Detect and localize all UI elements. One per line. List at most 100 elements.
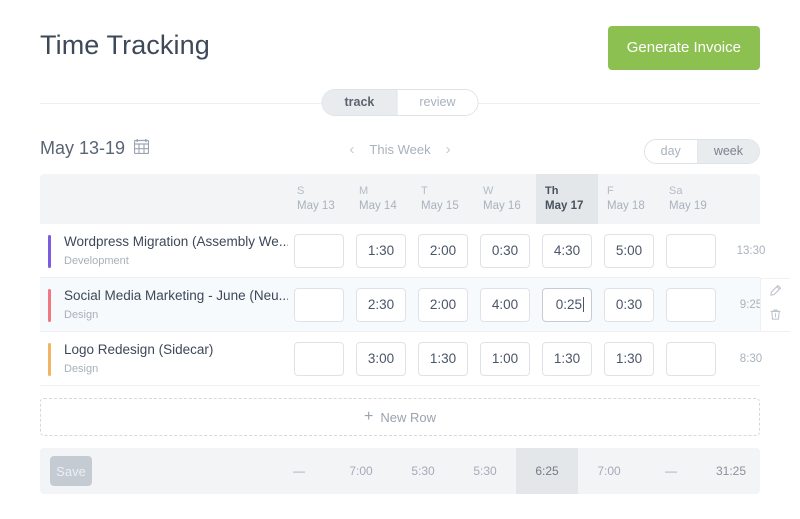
tabs-divider: track review — [40, 88, 760, 122]
column-header-sat: Sa May 19 — [660, 174, 722, 224]
time-cell-sun — [288, 278, 350, 331]
time-input[interactable] — [604, 341, 654, 376]
time-input[interactable] — [480, 233, 530, 268]
footer-total-fri: 7:00 — [597, 464, 621, 478]
time-cell-thu — [536, 224, 598, 277]
time-input[interactable] — [418, 233, 468, 268]
time-input[interactable] — [604, 233, 654, 268]
date-range-label: May 13-19 — [40, 138, 126, 158]
time-cell-sat — [660, 224, 722, 277]
time-input[interactable] — [294, 233, 344, 268]
timesheet: S May 13 M May 14 T May 15 W May 16 Th M… — [40, 174, 790, 494]
time-input[interactable] — [356, 341, 406, 376]
time-input[interactable] — [418, 287, 468, 322]
new-row-button[interactable]: + New Row — [40, 398, 760, 436]
time-input[interactable] — [666, 233, 716, 268]
column-header-mon: M May 14 — [350, 174, 412, 224]
toggle-day[interactable]: day — [644, 140, 697, 163]
time-input[interactable] — [294, 341, 344, 376]
time-input[interactable] — [666, 287, 716, 322]
column-dow: T — [421, 185, 428, 197]
time-input[interactable] — [356, 287, 406, 322]
footer-total-tue: 5:30 — [411, 464, 435, 478]
text-caret — [583, 297, 584, 312]
previous-week-icon[interactable]: ‹ — [349, 142, 354, 157]
time-cell-tue — [412, 224, 474, 277]
task-category: Development — [64, 255, 129, 267]
column-header-thu: Th May 17 — [536, 174, 598, 224]
calendar-icon[interactable] — [133, 138, 150, 159]
time-cell-tue — [412, 278, 474, 331]
column-date: May 15 — [421, 200, 459, 212]
column-header-tue: T May 15 — [412, 174, 474, 224]
column-dow: M — [359, 185, 369, 197]
pencil-icon[interactable] — [769, 284, 782, 302]
task-info[interactable]: Wordpress Migration (Assembly We... Deve… — [40, 224, 288, 278]
time-input[interactable] — [542, 341, 592, 376]
column-header-wed: W May 16 — [474, 174, 536, 224]
time-cell-sun — [288, 332, 350, 385]
column-date: May 16 — [483, 200, 521, 212]
time-cell-mon — [350, 278, 412, 331]
time-cell-sat — [660, 278, 722, 331]
time-cell-thu: 0:25 — [536, 278, 598, 331]
time-input[interactable] — [480, 341, 530, 376]
project-color-swatch — [48, 342, 51, 376]
time-input-focused[interactable]: 0:25 — [542, 287, 592, 322]
page-header: Time Tracking Generate Invoice — [40, 0, 760, 86]
column-dow: Sa — [669, 185, 683, 197]
time-cell-mon — [350, 332, 412, 385]
date-navigation-bar: May 13-19 ‹ This Week › day week — [40, 130, 760, 174]
footer-total-mon: 7:00 — [349, 464, 373, 478]
project-color-swatch — [48, 234, 51, 268]
trash-icon[interactable] — [769, 308, 782, 326]
save-button[interactable]: Save — [50, 456, 92, 486]
header-total-column — [722, 174, 760, 224]
time-tracking-app: Time Tracking Generate Invoice track rev… — [0, 0, 800, 519]
task-info[interactable]: Logo Redesign (Sidecar) Design — [40, 332, 288, 386]
task-info[interactable]: Social Media Marketing - June (Neu...) D… — [40, 278, 288, 332]
time-input[interactable] — [542, 233, 592, 268]
time-input[interactable] — [418, 341, 468, 376]
table-row: Logo Redesign (Sidecar) Design 8:30 — [40, 332, 762, 386]
column-dow: S — [297, 185, 305, 197]
time-input[interactable] — [604, 287, 654, 322]
day-week-toggle: day week — [643, 139, 760, 164]
time-input[interactable] — [666, 341, 716, 376]
column-date: May 13 — [297, 200, 335, 212]
time-input[interactable] — [356, 233, 406, 268]
row-actions — [760, 278, 790, 332]
table-row: Social Media Marketing - June (Neu...) D… — [40, 278, 763, 332]
footer-total-thu: 6:25 — [516, 448, 578, 494]
time-input[interactable] — [294, 287, 344, 322]
column-header-sun: S May 13 — [288, 174, 350, 224]
time-cell-tue — [412, 332, 474, 385]
time-input[interactable] — [480, 287, 530, 322]
grand-total: 31:25 — [715, 464, 747, 478]
tab-review[interactable]: review — [396, 90, 478, 115]
time-cell-fri — [598, 332, 660, 385]
timesheet-header-row: S May 13 M May 14 T May 15 W May 16 Th M… — [40, 174, 760, 224]
toggle-week[interactable]: week — [696, 140, 759, 163]
header-task-column — [40, 174, 288, 224]
date-range[interactable]: May 13-19 — [40, 138, 150, 159]
next-week-icon[interactable]: › — [446, 142, 451, 157]
column-dow: W — [483, 185, 494, 197]
task-category: Design — [64, 363, 99, 375]
task-name: Logo Redesign (Sidecar) — [64, 342, 214, 357]
column-date: May 17 — [545, 200, 584, 212]
time-cell-wed — [474, 278, 536, 331]
footer-total-wed: 5:30 — [473, 464, 497, 478]
current-week-label[interactable]: This Week — [369, 142, 430, 157]
timesheet-footer: Save — 7:00 5:30 5:30 6:25 7:00 — 31:25 — [40, 448, 760, 494]
tab-track[interactable]: track — [322, 90, 397, 115]
plus-icon: + — [364, 408, 374, 425]
week-navigation: ‹ This Week › — [349, 142, 450, 157]
table-row: Wordpress Migration (Assembly We... Deve… — [40, 224, 765, 278]
generate-invoice-button[interactable]: Generate Invoice — [607, 26, 760, 70]
row-total: 9:25 — [739, 298, 763, 311]
time-cell-sat — [660, 332, 722, 385]
task-category: Design — [64, 309, 99, 321]
footer-total-sun: — — [293, 464, 305, 478]
column-dow: F — [607, 185, 614, 197]
